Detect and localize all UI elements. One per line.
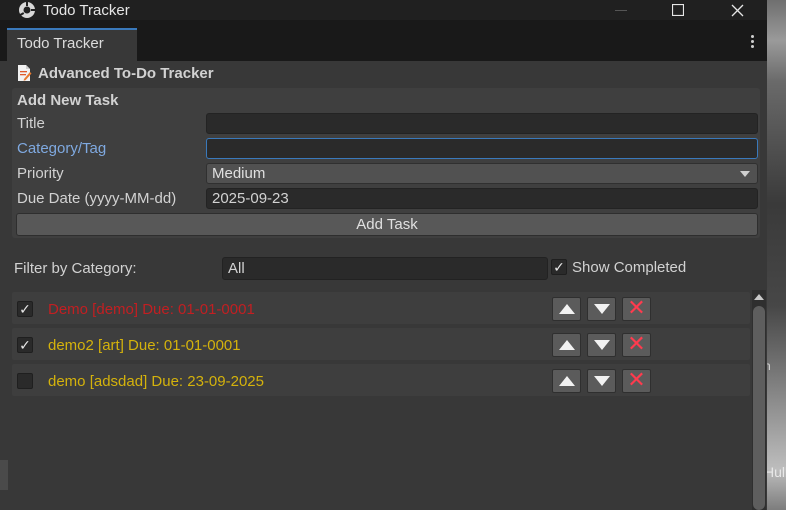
category-input[interactable] <box>206 138 758 159</box>
arrow-down-icon <box>593 340 610 350</box>
move-down-button[interactable] <box>587 333 616 357</box>
arrow-up-icon <box>558 304 575 314</box>
page-title: Advanced To-Do Tracker <box>38 64 214 82</box>
scrollbar-thumb[interactable] <box>753 306 765 510</box>
move-up-button[interactable] <box>552 297 581 321</box>
task-list-scrollbar[interactable] <box>752 290 766 510</box>
task-done-checkbox[interactable]: ✓ <box>17 337 33 353</box>
todo-tracker-window: Todo Tracker Todo Tracker Advanced To-Do… <box>0 0 767 510</box>
more-options-icon[interactable] <box>751 35 757 49</box>
title-label: Title <box>17 115 45 132</box>
task-text: Demo [demo] Due: 01-01-0001 <box>48 301 255 318</box>
task-list: ✓ Demo [demo] Due: 01-01-0001 ✕ ✓ demo2 … <box>12 290 750 510</box>
delete-task-button[interactable]: ✕ <box>622 369 651 393</box>
minimize-icon <box>615 10 627 11</box>
tab-bar: Todo Tracker <box>0 20 767 61</box>
title-bar[interactable]: Todo Tracker <box>0 0 767 20</box>
background-partial-text: Hull <box>764 464 786 480</box>
task-text: demo2 [art] Due: 01-01-0001 <box>48 337 241 354</box>
delete-task-button[interactable]: ✕ <box>622 333 651 357</box>
due-date-input[interactable] <box>206 188 758 209</box>
add-task-button[interactable]: Add Task <box>16 213 758 236</box>
page-header: Advanced To-Do Tracker <box>16 64 214 82</box>
arrow-up-icon <box>558 340 575 350</box>
move-up-button[interactable] <box>552 333 581 357</box>
window-title: Todo Tracker <box>43 1 130 19</box>
add-task-heading: Add New Task <box>17 92 119 109</box>
move-down-button[interactable] <box>587 369 616 393</box>
close-icon <box>731 4 743 16</box>
task-row: ✓ Demo [demo] Due: 01-01-0001 ✕ <box>12 292 750 324</box>
chevron-down-icon <box>740 171 750 177</box>
delete-x-icon: ✕ <box>627 296 646 321</box>
due-date-label: Due Date (yyyy-MM-dd) <box>17 190 177 207</box>
minimize-button[interactable] <box>601 0 641 20</box>
background-edge <box>0 460 8 490</box>
priority-selected-value: Medium <box>212 165 266 182</box>
task-done-checkbox[interactable] <box>17 373 33 389</box>
filter-category-input[interactable]: All <box>222 257 548 280</box>
priority-dropdown[interactable]: Medium <box>206 163 758 184</box>
unity-app-icon <box>19 1 36 18</box>
show-completed-label: Show Completed <box>572 259 687 276</box>
category-label: Category/Tag <box>17 140 107 157</box>
task-text: demo [adsdad] Due: 23-09-2025 <box>48 373 264 390</box>
task-row: demo [adsdad] Due: 23-09-2025 ✕ <box>12 364 750 396</box>
move-down-button[interactable] <box>587 297 616 321</box>
task-row: ✓ demo2 [art] Due: 01-01-0001 ✕ <box>12 328 750 360</box>
filter-label: Filter by Category: <box>14 260 137 277</box>
background-scene <box>766 0 786 510</box>
task-done-checkbox[interactable]: ✓ <box>17 301 33 317</box>
arrow-down-icon <box>593 304 610 314</box>
tab-todo-tracker[interactable]: Todo Tracker <box>7 28 137 61</box>
title-input[interactable] <box>206 113 758 134</box>
arrow-down-icon <box>593 376 610 386</box>
delete-task-button[interactable]: ✕ <box>622 297 651 321</box>
show-completed-checkbox[interactable]: ✓ <box>551 259 567 275</box>
move-up-button[interactable] <box>552 369 581 393</box>
delete-x-icon: ✕ <box>627 368 646 393</box>
scroll-up-icon[interactable] <box>754 294 764 300</box>
maximize-icon <box>672 4 684 16</box>
document-edit-icon <box>18 65 32 81</box>
priority-label: Priority <box>17 165 64 182</box>
maximize-button[interactable] <box>658 0 698 20</box>
delete-x-icon: ✕ <box>627 332 646 357</box>
close-button[interactable] <box>717 0 757 20</box>
arrow-up-icon <box>558 376 575 386</box>
